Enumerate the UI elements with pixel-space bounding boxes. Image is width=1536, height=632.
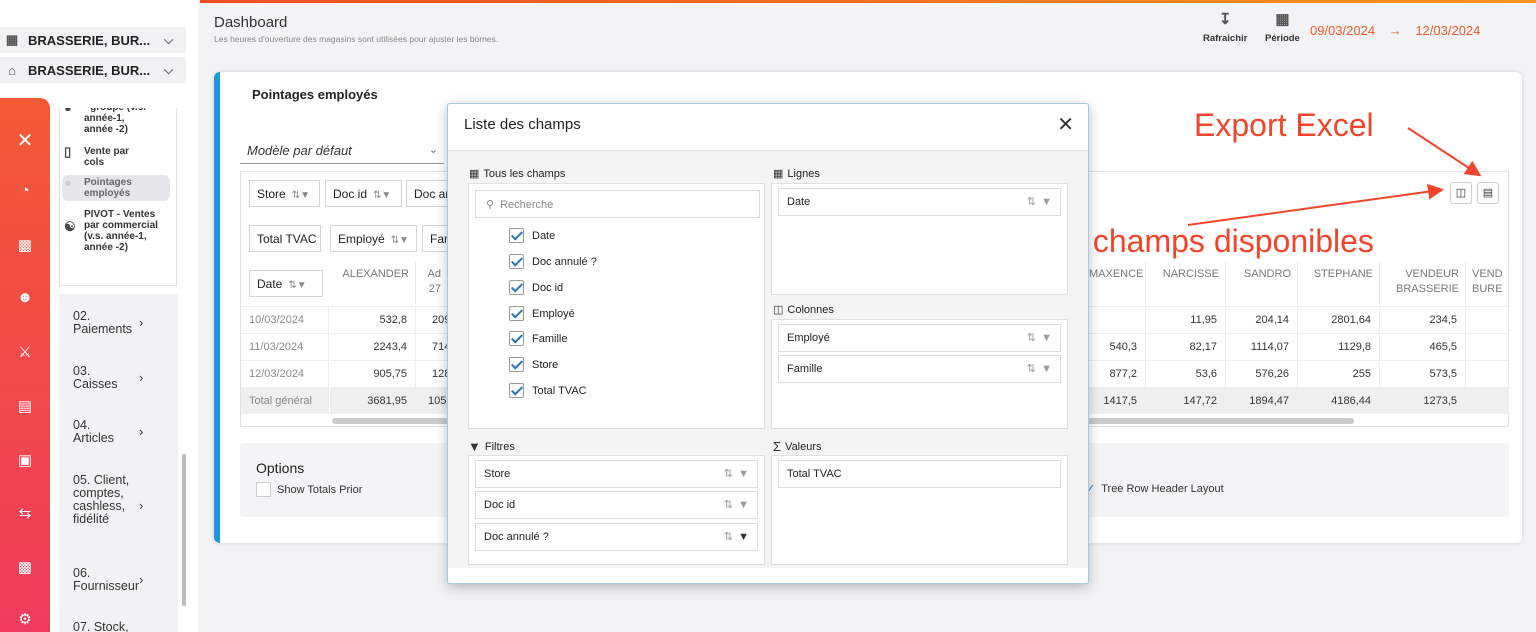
- search-icon: ⚲: [486, 199, 495, 211]
- columns-field-item[interactable]: Employé ⇅ ▼: [778, 324, 1061, 352]
- rows-box: Date ⇅ ▼: [771, 183, 1068, 295]
- sort-icon: ⇅: [723, 499, 733, 511]
- close-icon[interactable]: ✕: [1057, 112, 1074, 137]
- rows-icon: ▦: [773, 168, 784, 180]
- sort-icon: ⇅: [723, 531, 733, 543]
- field-list-dialog: Liste des champs ✕ ▦ Tous les champs ⚲ Rec…: [447, 103, 1089, 584]
- columns-icon: ◫: [773, 304, 784, 316]
- filters-field-item[interactable]: Doc id ⇅ ▼: [475, 491, 758, 519]
- field-checkbox[interactable]: Doc annulé ?: [509, 254, 597, 269]
- section-rows-label: ▦ Lignes: [773, 167, 820, 181]
- dialog-title: Liste des champs: [464, 116, 581, 133]
- checkbox-checked: [509, 357, 524, 372]
- all-fields-box: ⚲ Recherche Date Doc annulé ? Doc id Empl…: [468, 183, 765, 429]
- section-all-fields-label: ▦ Tous les champs: [469, 167, 566, 181]
- section-values-label: Σ Valeurs: [773, 439, 822, 454]
- checkbox-checked: [509, 383, 524, 398]
- section-filters-label: ▼ Filtres: [468, 439, 515, 454]
- sort-icon: ⇅: [1026, 332, 1036, 344]
- filter-icon: ▼: [738, 468, 749, 480]
- filter-icon: ▼: [738, 499, 749, 511]
- filters-field-item[interactable]: Store ⇅ ▼: [475, 460, 758, 488]
- field-checkbox[interactable]: Famille: [509, 331, 567, 346]
- sigma-icon: Σ: [773, 439, 782, 454]
- checkbox-checked: [509, 331, 524, 346]
- checkbox-checked: [509, 228, 524, 243]
- filter-icon: ▼: [1041, 332, 1052, 344]
- field-checkbox[interactable]: Employé: [509, 306, 575, 321]
- values-box: Total TVAC: [771, 455, 1068, 565]
- filter-active-icon: ▼: [738, 531, 749, 543]
- field-checkbox[interactable]: Total TVAC: [509, 383, 587, 398]
- filter-icon: ▼: [1041, 363, 1052, 375]
- field-checkbox[interactable]: Store: [509, 357, 558, 372]
- filters-field-item[interactable]: Doc annulé ? ⇅ ▼: [475, 523, 758, 551]
- filter-icon: ▼: [1041, 196, 1052, 208]
- columns-field-item[interactable]: Famille ⇅ ▼: [778, 355, 1061, 383]
- section-columns-label: ◫ Colonnes: [773, 303, 834, 317]
- sort-icon: ⇅: [1026, 196, 1036, 208]
- dialog-body: ▦ Tous les champs ⚲ Recherche Date Doc ann…: [448, 150, 1088, 568]
- search-input[interactable]: ⚲ Recherche: [475, 190, 760, 218]
- sort-icon: ⇅: [1026, 363, 1036, 375]
- rows-field-item[interactable]: Date ⇅ ▼: [778, 188, 1061, 216]
- filters-box: Store ⇅ ▼ Doc id ⇅ ▼ Doc annulé ? ⇅ ▼: [468, 455, 765, 565]
- sort-icon: ⇅: [723, 468, 733, 480]
- checkbox-checked: [509, 254, 524, 269]
- field-checkbox[interactable]: Doc id: [509, 280, 563, 295]
- field-checkbox[interactable]: Date: [509, 228, 555, 243]
- columns-box: Employé ⇅ ▼ Famille ⇅ ▼: [771, 319, 1068, 429]
- arrow-to-export: [1407, 127, 1482, 177]
- values-field-item[interactable]: Total TVAC: [778, 460, 1061, 488]
- grid-icon: ▦: [469, 168, 480, 180]
- arrow-to-field-list: [1187, 183, 1444, 226]
- filter-icon: ▼: [468, 439, 481, 454]
- checkbox-checked: [509, 306, 524, 321]
- checkbox-checked: [509, 280, 524, 295]
